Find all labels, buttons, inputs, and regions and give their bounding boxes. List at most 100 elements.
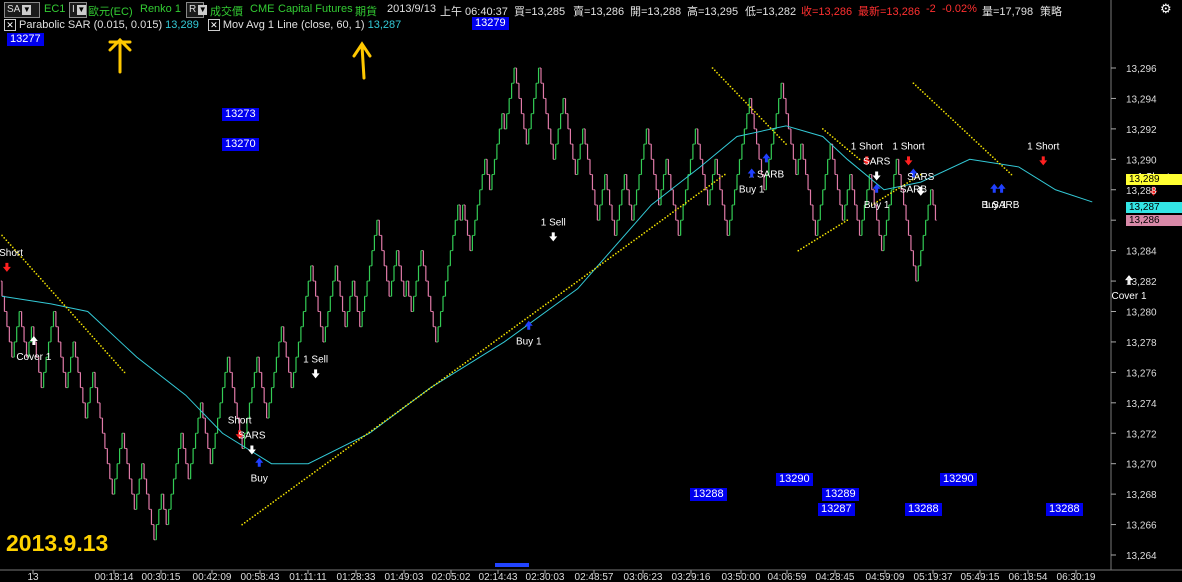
sar-dot (542, 305, 544, 308)
signal-buy: Buy 1 (516, 320, 542, 348)
sar-dot (513, 326, 516, 328)
sar-dot (924, 93, 926, 95)
sar-dot (602, 262, 604, 264)
sar-dot (651, 226, 653, 229)
y-tick-label: 13,264 (1126, 551, 1157, 562)
sar-dot (275, 499, 277, 501)
sar-dot (500, 335, 503, 338)
x-tick-label: 06:18:54 (1009, 572, 1048, 582)
sar-dot (269, 503, 272, 505)
sar-dot (87, 330, 89, 333)
price-note: 13279 (472, 17, 509, 30)
sar-dot (464, 362, 467, 364)
sar-dot (438, 380, 441, 383)
sar-dot (568, 286, 570, 289)
sar-dot (508, 330, 511, 332)
sar-dot (397, 410, 399, 413)
y-tick-label: 13,284 (1126, 247, 1157, 258)
sar-dot (751, 108, 754, 111)
x-tick-label: 04:59:09 (866, 572, 905, 582)
sar-dot (324, 463, 326, 466)
signal-label: Short (228, 415, 252, 426)
sar-dot (246, 520, 249, 522)
sar-dot (734, 90, 736, 92)
sar-dot (700, 190, 703, 193)
chart-canvas[interactable]: 1 Short Cover 1 Short SARS Buy 1 Sell 1 Sell Bu… (0, 0, 1182, 582)
sar-dot (100, 345, 102, 347)
sar-dot (249, 518, 251, 520)
price-note: 13273 (222, 108, 259, 121)
sar-dot (725, 81, 727, 83)
sar-dot (104, 350, 106, 352)
sar-dot (490, 343, 493, 345)
sar-dot (352, 442, 355, 445)
sar-dot (24, 261, 27, 263)
sar-dot (295, 484, 298, 486)
x-tick-label: 01:11:11 (289, 572, 327, 582)
sar-dot (736, 92, 738, 95)
y-tick-label: 13,292 (1126, 125, 1157, 136)
sar-dot (738, 94, 741, 97)
sar-dot (44, 282, 46, 285)
sar-dot (1001, 165, 1003, 167)
signal-arrow-down-icon (904, 156, 913, 166)
sar-dot (539, 307, 542, 309)
sar-dot (389, 416, 391, 419)
sar-dot (780, 138, 783, 141)
sar-dot (334, 456, 337, 458)
sar-dot (682, 203, 685, 206)
sar-dot (532, 313, 534, 315)
sar-dot (641, 234, 643, 236)
sar-dot (290, 488, 293, 490)
sar-dot (264, 506, 267, 509)
price-note: 13277 (7, 33, 44, 46)
sar-dot (824, 233, 827, 235)
signal-arrow-up-icon (990, 183, 999, 193)
sar-dot (945, 112, 947, 115)
sar-dot (980, 145, 982, 148)
x-tick-label: 05:49:15 (961, 572, 1000, 582)
sar-dot (74, 316, 76, 318)
sar-dot (985, 149, 987, 152)
sar-dot (742, 99, 745, 102)
sar-dot (306, 476, 308, 479)
sar-dot (423, 392, 425, 394)
sar-dot (329, 459, 332, 462)
signal-label: 1 Short (851, 141, 883, 152)
x-tick-label: 01:28:33 (337, 572, 376, 582)
sar-dot (785, 143, 787, 145)
x-tick-label: 00:58:43 (241, 572, 280, 582)
sar-dot (839, 142, 841, 144)
sar-dot (85, 328, 87, 330)
sar-dot (722, 78, 725, 81)
sar-dot (321, 465, 324, 468)
signal-label: 1 SARB (749, 169, 785, 180)
sar-dot (123, 371, 126, 374)
sar-dot (256, 512, 259, 515)
y-tick-label: 13,290 (1126, 155, 1157, 166)
sar-dot (35, 273, 38, 275)
sar-dot (516, 324, 518, 326)
sar-dot (802, 246, 805, 249)
sar-dot (327, 461, 329, 464)
sar-dot (708, 185, 710, 187)
sar-dot (926, 95, 929, 98)
sar-dot (841, 222, 843, 225)
sar-dot (454, 369, 456, 372)
sar-dot (578, 279, 581, 281)
price-note: 13288 (690, 488, 727, 501)
price-note: 13290 (940, 473, 977, 486)
sar-dot (314, 471, 316, 473)
sar-dot (666, 215, 669, 217)
signal-sell: 1 Sell (303, 354, 328, 379)
sar-dot (404, 405, 407, 407)
x-tick-label: 00:42:09 (193, 572, 232, 582)
sar-dot (653, 224, 656, 227)
chart-window: { "toolbar": { "symbol": "SA", "symbol_c… (0, 0, 1182, 582)
sar-dot (95, 340, 98, 342)
sar-dot (368, 431, 371, 434)
sar-dot (555, 296, 557, 298)
sar-dot (740, 97, 743, 99)
signal-sarb: 1 SARB (749, 153, 785, 180)
sar-dot (971, 136, 973, 139)
